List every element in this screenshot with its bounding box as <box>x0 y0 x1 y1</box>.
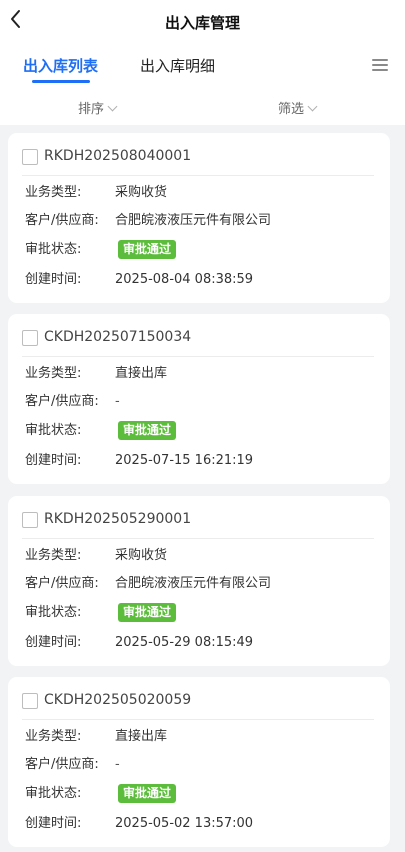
business-type-value: 直接出库 <box>115 729 168 744</box>
select-checkbox[interactable] <box>22 330 38 346</box>
order-number: CKDH202507150034 <box>44 329 192 345</box>
approval-status-label: 审批状态: <box>25 423 82 438</box>
record-card[interactable]: CKDH202507150034 业务类型: 直接出库 客户/供应商: - 审批… <box>8 314 390 484</box>
customer-supplier-label: 客户/供应商: <box>25 394 99 409</box>
order-number: CKDH202505020059 <box>44 692 192 708</box>
approval-status-label: 审批状态: <box>25 786 82 801</box>
sort-dropdown[interactable]: 排序 <box>78 98 118 117</box>
filter-label: 筛选 <box>278 102 305 117</box>
order-number: RKDH202505290001 <box>44 511 192 527</box>
status-badge: 审批通过 <box>118 421 177 440</box>
chevron-down-icon <box>307 101 318 112</box>
chevron-down-icon <box>107 101 118 112</box>
approval-status-label: 审批状态: <box>25 605 82 620</box>
business-type-label: 业务类型: <box>25 366 82 381</box>
created-time-label: 创建时间: <box>25 635 82 650</box>
status-badge: 审批通过 <box>118 784 177 803</box>
page-title: 出入库管理 <box>164 14 240 32</box>
record-card[interactable]: CKDH202505020059 业务类型: 直接出库 客户/供应商: - 审批… <box>8 677 390 847</box>
business-type-label: 业务类型: <box>25 729 82 744</box>
customer-supplier-value: - <box>115 394 120 409</box>
created-time-label: 创建时间: <box>25 816 82 831</box>
customer-supplier-value: - <box>115 757 120 772</box>
business-type-label: 业务类型: <box>25 185 82 200</box>
customer-supplier-label: 客户/供应商: <box>25 576 99 591</box>
select-checkbox[interactable] <box>22 512 38 528</box>
business-type-label: 业务类型: <box>25 548 82 563</box>
record-card[interactable]: RKDH202505290001 业务类型: 采购收货 客户/供应商: 合肥皖液… <box>8 496 390 666</box>
created-time-value: 2025-05-29 08:15:49 <box>115 635 254 650</box>
select-checkbox[interactable] <box>22 149 38 165</box>
card-header: CKDH202505020059 <box>22 692 374 720</box>
active-tab-indicator <box>32 80 90 83</box>
created-time-label: 创建时间: <box>25 453 82 468</box>
tab-inout-list[interactable]: 出入库列表 <box>23 55 98 76</box>
created-time-value: 2025-05-02 13:57:00 <box>115 816 254 831</box>
customer-supplier-value: 合肥皖液液压元件有限公司 <box>115 576 272 591</box>
card-header: RKDH202508040001 <box>22 148 374 176</box>
business-type-value: 采购收货 <box>115 548 168 563</box>
app-header: 出入库管理 出入库列表 出入库明细 排序 筛选 <box>0 0 405 125</box>
menu-icon[interactable] <box>372 59 388 72</box>
customer-supplier-label: 客户/供应商: <box>25 757 99 772</box>
business-type-value: 采购收货 <box>115 185 168 200</box>
select-checkbox[interactable] <box>22 693 38 709</box>
card-header: RKDH202505290001 <box>22 511 374 539</box>
status-badge: 审批通过 <box>118 240 177 259</box>
card-header: CKDH202507150034 <box>22 329 374 357</box>
approval-status-label: 审批状态: <box>25 242 82 257</box>
customer-supplier-label: 客户/供应商: <box>25 213 99 228</box>
created-time-value: 2025-08-04 08:38:59 <box>115 272 254 287</box>
created-time-value: 2025-07-15 16:21:19 <box>115 453 254 468</box>
tab-inout-detail[interactable]: 出入库明细 <box>140 55 215 76</box>
sort-label: 排序 <box>78 102 105 117</box>
business-type-value: 直接出库 <box>115 366 168 381</box>
status-badge: 审批通过 <box>118 603 177 622</box>
record-card[interactable]: RKDH202508040001 业务类型: 采购收货 客户/供应商: 合肥皖液… <box>8 133 390 303</box>
created-time-label: 创建时间: <box>25 272 82 287</box>
customer-supplier-value: 合肥皖液液压元件有限公司 <box>115 213 272 228</box>
filter-dropdown[interactable]: 筛选 <box>278 98 318 117</box>
order-number: RKDH202508040001 <box>44 148 192 164</box>
